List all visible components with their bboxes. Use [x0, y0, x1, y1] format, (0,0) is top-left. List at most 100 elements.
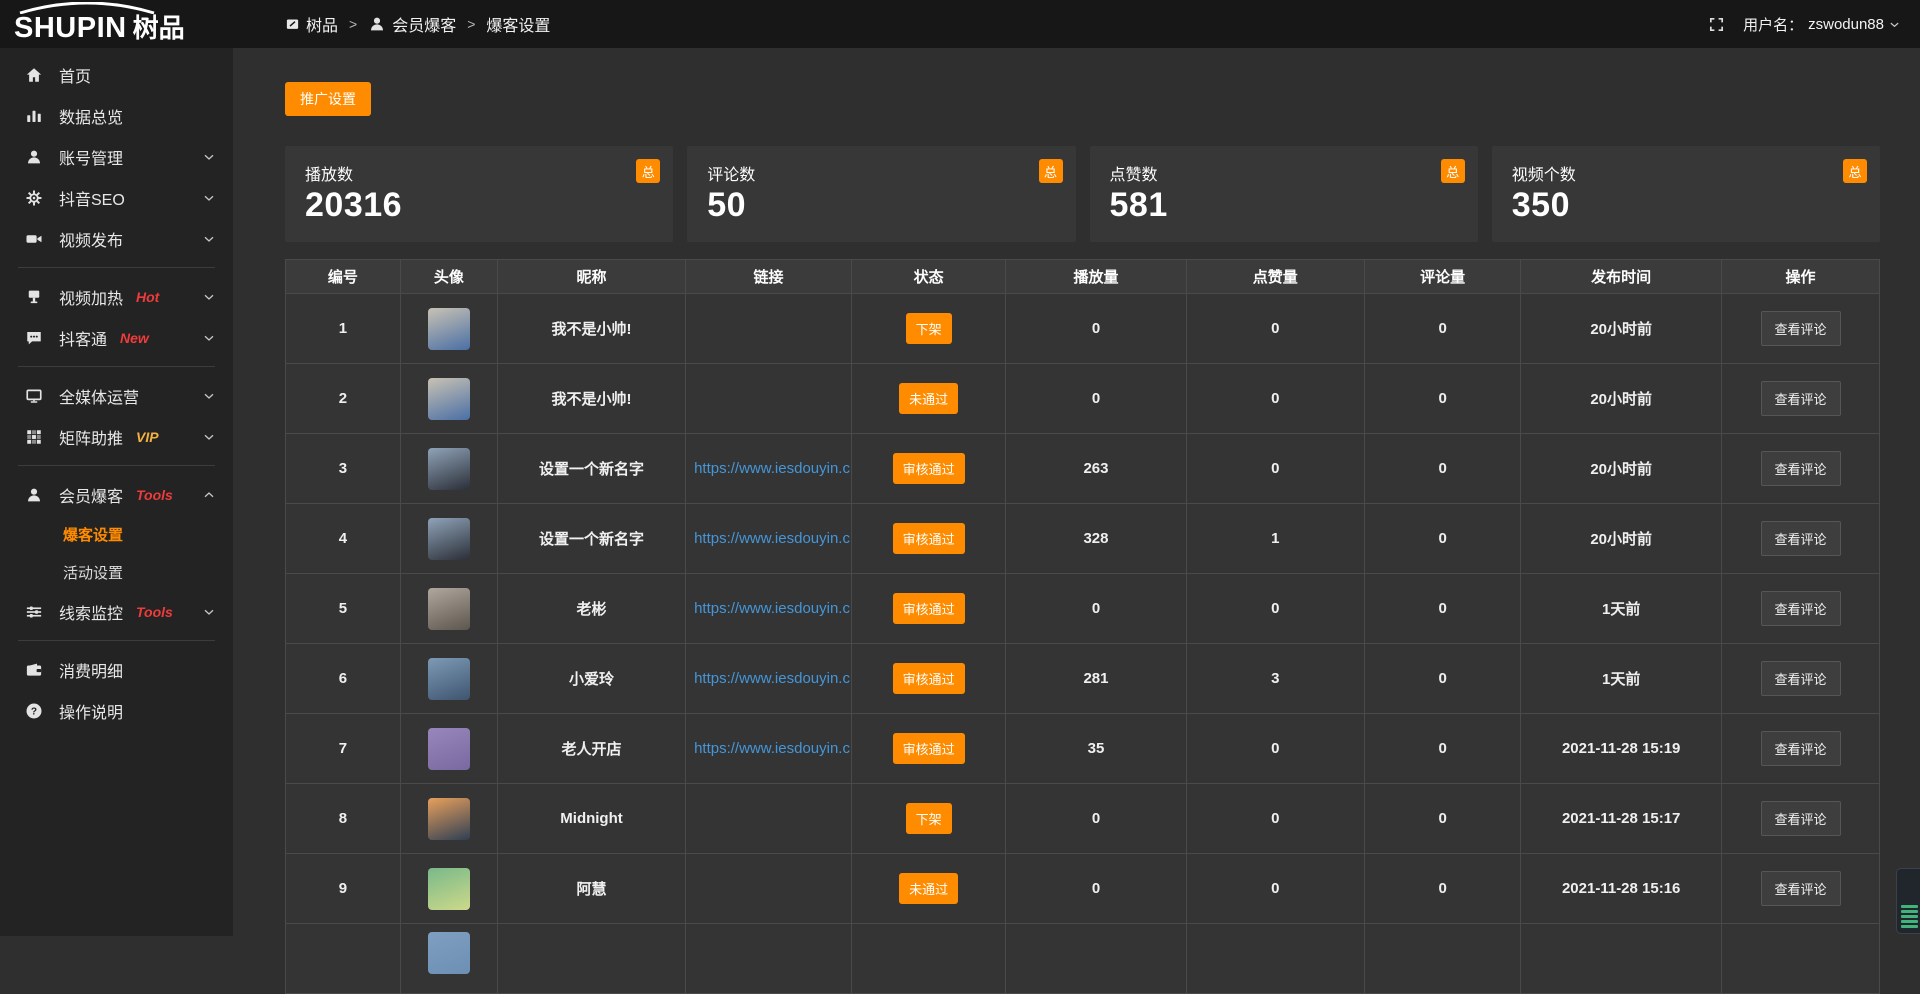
cell-status: 未通过: [851, 364, 1006, 434]
sidebar-item-account-manage[interactable]: 账号管理: [0, 136, 233, 177]
video-link[interactable]: https://www.iesdouyin.c: [694, 740, 850, 757]
avatar: [428, 518, 470, 560]
cell-comments: 0: [1365, 294, 1521, 364]
sidebar-item-douyin-seo[interactable]: 抖音SEO: [0, 177, 233, 218]
cell-publish-time: 1天前: [1521, 644, 1722, 714]
user-menu[interactable]: 用户名：zswodun88: [1743, 14, 1900, 35]
cell-plays: 35: [1006, 714, 1186, 784]
sidebar-item-media-operation[interactable]: 全媒体运营: [0, 375, 233, 416]
widget-bar: [1901, 920, 1918, 923]
widget-bar: [1901, 905, 1918, 908]
sidebar-subitem-activity-settings[interactable]: 活动设置: [0, 553, 233, 591]
cell-id: 1: [286, 294, 401, 364]
table-row: 8Midnight下架0002021-11-28 15:17查看评论: [286, 784, 1880, 854]
table-row: 7老人开店https://www.iesdouyin.c审核通过35002021…: [286, 714, 1880, 784]
view-comments-button[interactable]: 查看评论: [1761, 381, 1841, 416]
avatar: [428, 868, 470, 910]
cell-status: 下架: [851, 294, 1006, 364]
cell-plays: 0: [1006, 294, 1186, 364]
sidebar-item-clue-monitor[interactable]: 线索监控Tools: [0, 591, 233, 632]
view-comments-button[interactable]: 查看评论: [1761, 801, 1841, 836]
breadcrumb-item[interactable]: 会员爆客: [368, 12, 456, 36]
stat-card: 播放数20316总: [285, 146, 673, 242]
logo-text-en: SHUPIN: [14, 14, 127, 43]
status-badge: 未通过: [899, 383, 958, 414]
cell-likes: 0: [1186, 364, 1365, 434]
table-row: 4设置一个新名字https://www.iesdouyin.c审核通过32810…: [286, 504, 1880, 574]
table-row-partial: [286, 924, 1880, 994]
sidebar-item-video-heat[interactable]: 视频加热Hot: [0, 276, 233, 317]
cell-comments: 0: [1365, 784, 1521, 854]
monitor-icon: [24, 387, 44, 405]
status-badge: 审核通过: [893, 523, 965, 554]
sidebar-item-label: 全媒体运营: [59, 384, 139, 408]
video-link[interactable]: https://www.iesdouyin.c: [694, 600, 850, 617]
status-badge: 未通过: [899, 873, 958, 904]
sidebar-item-member-baoke[interactable]: 会员爆客Tools: [0, 474, 233, 515]
view-comments-button[interactable]: 查看评论: [1761, 661, 1841, 696]
sidebar-item-label: 视频发布: [59, 227, 123, 251]
status-badge: 下架: [906, 803, 952, 834]
video-link[interactable]: https://www.iesdouyin.c: [694, 530, 850, 547]
cell-id: 3: [286, 434, 401, 504]
cell-nickname: 小爱玲: [497, 644, 685, 714]
sidebar-item-operation-guide[interactable]: ?操作说明: [0, 690, 233, 731]
breadcrumb-label: 会员爆客: [392, 12, 456, 36]
view-comments-button[interactable]: 查看评论: [1761, 871, 1841, 906]
view-comments-button[interactable]: 查看评论: [1761, 591, 1841, 626]
stat-value: 350: [1512, 186, 1860, 225]
sidebar-item-douketong[interactable]: 抖客通New: [0, 317, 233, 358]
fullscreen-icon[interactable]: [1708, 16, 1725, 33]
cell-plays: 0: [1006, 574, 1186, 644]
sidebar-item-data-overview[interactable]: 数据总览: [0, 95, 233, 136]
sidebar-subitem-baoke-settings[interactable]: 爆客设置: [0, 515, 233, 553]
column-header: 昵称: [497, 260, 685, 294]
cell: [1006, 924, 1186, 994]
view-comments-button[interactable]: 查看评论: [1761, 311, 1841, 346]
sidebar-divider: [18, 465, 215, 466]
sidebar-item-matrix-boost[interactable]: 矩阵助推VIP: [0, 416, 233, 457]
cell-link: https://www.iesdouyin.c: [686, 714, 852, 784]
breadcrumb-item[interactable]: 爆客设置: [486, 12, 550, 36]
avatar: [428, 588, 470, 630]
cell-nickname: 设置一个新名字: [497, 504, 685, 574]
sidebar-item-label: 首页: [59, 63, 91, 87]
cell-avatar: [400, 364, 497, 434]
chevron-down-icon: [203, 606, 215, 618]
cell-actions: 查看评论: [1722, 784, 1880, 854]
username-label: 用户名：: [1743, 14, 1803, 35]
sidebar-item-tag: Hot: [136, 289, 159, 305]
cell-nickname: 老彬: [497, 574, 685, 644]
cell-plays: 328: [1006, 504, 1186, 574]
widget-bar: [1901, 925, 1918, 928]
column-header: 编号: [286, 260, 401, 294]
video-link[interactable]: https://www.iesdouyin.c: [694, 670, 850, 687]
gear-icon: [24, 189, 44, 207]
chat-icon: [24, 329, 44, 347]
cell-avatar: [400, 784, 497, 854]
cell-avatar: [400, 644, 497, 714]
chevron-down-icon: [203, 233, 215, 245]
sidebar-item-video-publish[interactable]: 视频发布: [0, 218, 233, 259]
sidebar-item-home[interactable]: 首页: [0, 54, 233, 95]
cell-actions: 查看评论: [1722, 574, 1880, 644]
avatar: [428, 658, 470, 700]
breadcrumb-item[interactable]: 树品: [285, 12, 338, 36]
floating-widget[interactable]: [1896, 868, 1920, 934]
cell-id: 8: [286, 784, 401, 854]
view-comments-button[interactable]: 查看评论: [1761, 731, 1841, 766]
cell-nickname: 设置一个新名字: [497, 434, 685, 504]
cell-comments: 0: [1365, 574, 1521, 644]
cell-status: 审核通过: [851, 434, 1006, 504]
promo-settings-button[interactable]: 推广设置: [285, 82, 371, 116]
cell-status: 下架: [851, 784, 1006, 854]
total-badge: 总: [636, 159, 660, 183]
view-comments-button[interactable]: 查看评论: [1761, 451, 1841, 486]
sidebar-item-consume-detail[interactable]: 消费明细: [0, 649, 233, 690]
chevron-down-icon: [203, 390, 215, 402]
cell: [1365, 924, 1521, 994]
video-link[interactable]: https://www.iesdouyin.c: [694, 460, 850, 477]
cell-avatar: [400, 504, 497, 574]
cell-publish-time: 2021-11-28 15:17: [1521, 784, 1722, 854]
view-comments-button[interactable]: 查看评论: [1761, 521, 1841, 556]
